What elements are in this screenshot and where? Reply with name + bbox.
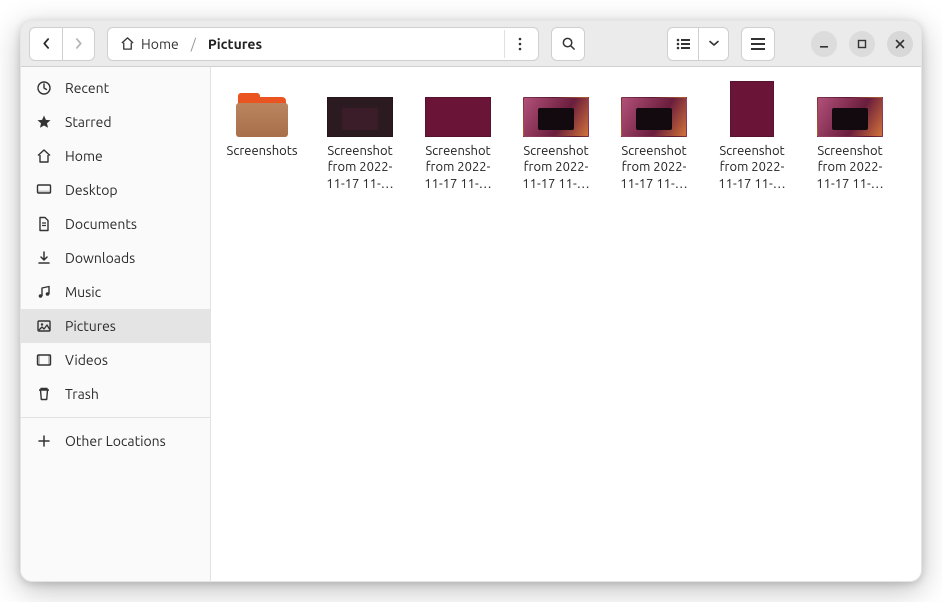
file-item[interactable]: Screenshot from 2022-11-17 11-… <box>515 81 597 191</box>
sidebar-item-label: Documents <box>65 216 137 232</box>
list-view-button[interactable] <box>668 28 698 60</box>
path-separator: / <box>189 36 198 52</box>
path-current-label: Pictures <box>208 36 262 52</box>
sidebar-separator <box>21 417 210 418</box>
file-manager-window: Home / Pictures <box>20 20 922 582</box>
plus-icon <box>35 434 53 448</box>
content-area[interactable]: Screenshots Screenshot from 2022-11-17 1… <box>211 67 921 581</box>
downloads-icon <box>35 250 53 266</box>
minimize-icon <box>819 39 829 49</box>
folder-icon <box>234 93 290 137</box>
pathbar[interactable]: Home / Pictures <box>107 27 539 61</box>
hamburger-menu-button[interactable] <box>741 27 775 61</box>
sidebar-item-pictures[interactable]: Pictures <box>21 309 210 343</box>
thumbnail-icon <box>817 97 883 137</box>
sidebar-item-recent[interactable]: Recent <box>21 71 210 105</box>
path-home[interactable]: Home <box>112 32 187 56</box>
list-icon <box>676 38 690 50</box>
star-icon <box>35 114 53 130</box>
thumbnail-icon <box>730 81 774 137</box>
item-label: Screenshot from 2022-11-17 11-… <box>613 143 695 191</box>
item-label: Screenshot from 2022-11-17 11-… <box>515 143 597 191</box>
sidebar-item-label: Starred <box>65 114 112 130</box>
maximize-icon <box>857 39 867 49</box>
thumbnail-icon <box>523 97 589 137</box>
sidebar-item-starred[interactable]: Starred <box>21 105 210 139</box>
path-home-label: Home <box>141 36 179 52</box>
sidebar-item-videos[interactable]: Videos <box>21 343 210 377</box>
recent-icon <box>35 80 53 96</box>
path-menu-button[interactable] <box>504 30 534 58</box>
documents-icon <box>35 216 53 232</box>
pictures-icon <box>35 318 53 334</box>
thumbnail-icon <box>621 97 687 137</box>
item-label: Screenshot from 2022-11-17 11-… <box>417 143 499 191</box>
sidebar-item-label: Pictures <box>65 318 116 334</box>
item-label: Screenshot from 2022-11-17 11-… <box>809 143 891 191</box>
videos-icon <box>35 352 53 368</box>
chevron-left-icon <box>41 38 52 49</box>
hamburger-icon <box>751 38 765 50</box>
sidebar-item-documents[interactable]: Documents <box>21 207 210 241</box>
file-item[interactable]: Screenshot from 2022-11-17 11-… <box>417 81 499 191</box>
close-icon <box>895 39 905 49</box>
sidebar-item-label: Home <box>65 148 103 164</box>
nav-buttons <box>29 27 95 61</box>
folder-item[interactable]: Screenshots <box>221 81 303 159</box>
item-label: Screenshot from 2022-11-17 11-… <box>711 143 793 191</box>
search-icon <box>561 36 576 51</box>
view-switcher <box>667 27 729 61</box>
file-item[interactable]: Screenshot from 2022-11-17 11-… <box>319 81 401 191</box>
sidebar-item-home[interactable]: Home <box>21 139 210 173</box>
chevron-right-icon <box>73 38 84 49</box>
item-label: Screenshot from 2022-11-17 11-… <box>319 143 401 191</box>
titlebar: Home / Pictures <box>21 21 921 67</box>
sidebar-item-label: Desktop <box>65 182 118 198</box>
chevron-down-icon <box>709 40 719 47</box>
back-button[interactable] <box>30 28 62 60</box>
close-button[interactable] <box>887 31 913 57</box>
sidebar: Recent Starred Home Desktop Documents Do… <box>21 67 211 581</box>
file-item[interactable]: Screenshot from 2022-11-17 11-… <box>613 81 695 191</box>
path-current[interactable]: Pictures <box>200 32 270 56</box>
body: Recent Starred Home Desktop Documents Do… <box>21 67 921 581</box>
thumbnail-icon <box>425 97 491 137</box>
trash-icon <box>35 386 53 402</box>
sidebar-item-downloads[interactable]: Downloads <box>21 241 210 275</box>
music-icon <box>35 284 53 300</box>
file-item[interactable]: Screenshot from 2022-11-17 11-… <box>809 81 891 191</box>
sidebar-item-label: Music <box>65 284 101 300</box>
maximize-button[interactable] <box>849 31 875 57</box>
sidebar-item-trash[interactable]: Trash <box>21 377 210 411</box>
sidebar-item-label: Videos <box>65 352 108 368</box>
item-label: Screenshots <box>227 143 298 159</box>
sidebar-item-label: Other Locations <box>65 433 166 449</box>
minimize-button[interactable] <box>811 31 837 57</box>
forward-button[interactable] <box>62 28 94 60</box>
sidebar-item-label: Downloads <box>65 250 135 266</box>
sidebar-item-label: Recent <box>65 80 109 96</box>
desktop-icon <box>35 182 53 198</box>
sidebar-item-music[interactable]: Music <box>21 275 210 309</box>
file-item[interactable]: Screenshot from 2022-11-17 11-… <box>711 81 793 191</box>
sidebar-item-desktop[interactable]: Desktop <box>21 173 210 207</box>
thumbnail-icon <box>327 97 393 137</box>
icon-grid: Screenshots Screenshot from 2022-11-17 1… <box>221 81 911 191</box>
sidebar-item-other-locations[interactable]: Other Locations <box>21 424 210 458</box>
sidebar-item-label: Trash <box>65 386 99 402</box>
home-icon <box>120 36 135 51</box>
kebab-icon <box>514 37 526 51</box>
view-dropdown-button[interactable] <box>698 28 728 60</box>
home-icon <box>35 148 53 164</box>
search-button[interactable] <box>551 27 585 61</box>
